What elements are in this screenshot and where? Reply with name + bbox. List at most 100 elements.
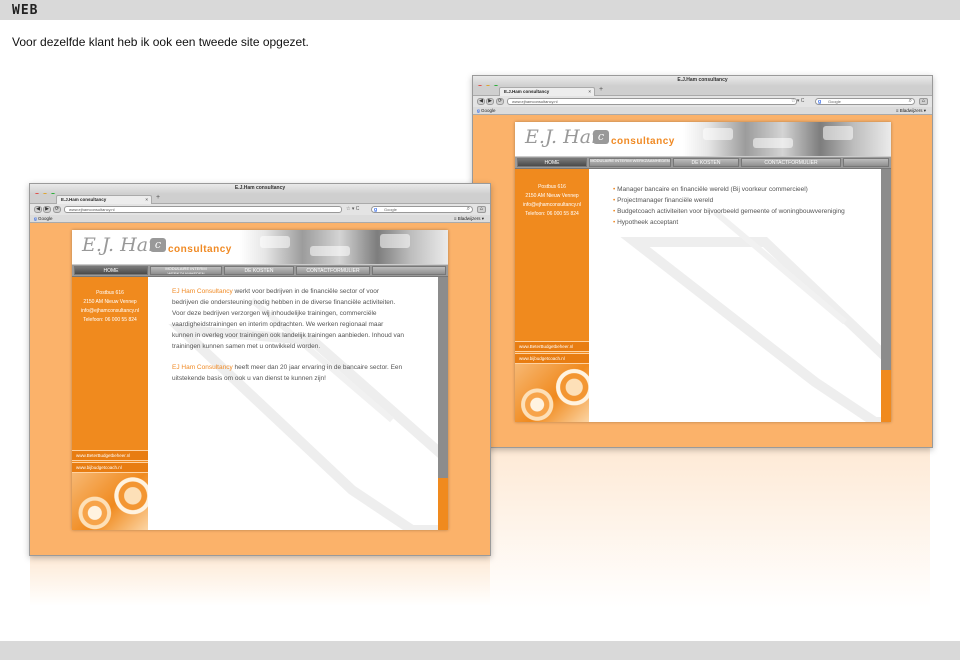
google-icon: g <box>818 99 822 105</box>
list-item: Budgetcoach activiteiten voor bijvoorbee… <box>613 206 873 217</box>
sidebar-link-budgetbeheer[interactable]: www.BeterBudgetbeheer.nl <box>515 341 589 352</box>
scrollbar-thumb[interactable] <box>881 370 891 422</box>
back-icon[interactable]: ◀ <box>34 206 42 213</box>
scrollbar[interactable] <box>881 169 891 422</box>
google-icon: g <box>374 207 378 213</box>
search-placeholder: Google <box>828 99 841 104</box>
left-window-reflection <box>30 556 490 606</box>
bookmarks-menu[interactable]: ≡ Bladwijzers ▾ <box>454 216 484 222</box>
bookmark-star-icon[interactable]: ☆ ▾ C <box>791 98 804 104</box>
site-header: E.J. Ham c consultancy <box>515 122 891 157</box>
search-icon[interactable]: ⌕ <box>909 98 912 104</box>
nav-bar: ◀ ▶ ⟳ www.ejhamconsultancy.nl ☆ ▾ C g Goo… <box>473 96 932 107</box>
address-line: 2150 AM Nieuw Vennep <box>83 299 137 305</box>
puzzle-hands-image <box>240 230 448 264</box>
list-item: Projectmanager financiële wereld <box>613 195 873 206</box>
logo-badge: c <box>150 238 166 252</box>
address-block: Postbus 616 2150 AM Nieuw Vennep info@ej… <box>72 289 148 325</box>
reload-icon[interactable]: ⟳ <box>53 206 61 213</box>
back-icon[interactable]: ◀ <box>477 98 485 105</box>
main-menu: HOME MODULAIRE INTERIM WERKZAAMHEDEN DE … <box>72 265 448 277</box>
list-item: Hypotheek acceptant <box>613 217 873 228</box>
menu-kosten[interactable]: DE KOSTEN <box>673 158 739 167</box>
new-tab-icon[interactable]: + <box>156 194 160 201</box>
experience-paragraph: EJ Ham Consultancy heeft meer dan 20 jaa… <box>172 362 404 384</box>
scrollbar[interactable] <box>438 277 448 530</box>
search-field[interactable]: g Google ⌕ <box>371 206 473 213</box>
search-placeholder: Google <box>384 207 397 212</box>
main-content: EJ Ham Consultancy werkt voor bedrijven … <box>172 286 404 390</box>
website: E.J. Ham c consultancy HOME MODULAIRE IN… <box>72 230 448 530</box>
service-list: Manager bancaire en financiële wereld (B… <box>613 184 873 228</box>
address-line: Postbus 616 <box>96 290 124 296</box>
browser-window-left: E.J.Ham consultancy E.J.Ham consultancy ×… <box>29 183 491 556</box>
bookmark-google[interactable]: g Google <box>477 108 496 113</box>
main-menu: HOME MODULAIRE INTERIM WERKZAAMHEDEN DE … <box>515 157 891 169</box>
header-bar: WEB <box>0 0 960 20</box>
nav-bar: ◀ ▶ ⟳ www.ejhamconsultancy.nl ☆ ▾ C g Goo… <box>30 204 490 215</box>
window-title: E.J.Ham consultancy <box>234 185 286 191</box>
logo-consultancy: consultancy <box>168 244 232 255</box>
site-header: E.J. Ham c consultancy <box>72 230 448 265</box>
menu-interim[interactable]: MODULAIRE INTERIM WERKZAAMHEDEN <box>150 266 222 275</box>
logo-consultancy: consultancy <box>611 136 675 147</box>
address-line: Telefoon: 06 000 55 824 <box>83 317 137 323</box>
address-block: Postbus 616 2150 AM Nieuw Vennep info@ej… <box>515 183 589 219</box>
address-line: 2150 AM Nieuw Vennep <box>525 193 579 199</box>
home-icon[interactable]: ⌂ <box>919 98 928 105</box>
title-bar: E.J.Ham consultancy <box>30 184 490 199</box>
tab-close-icon[interactable]: × <box>145 197 148 202</box>
search-field[interactable]: g Google ⌕ <box>815 98 915 105</box>
bookmark-google[interactable]: g Google <box>34 216 53 221</box>
bookmark-star-icon[interactable]: ☆ ▾ C <box>346 206 359 212</box>
slide: WEB Voor dezelfde klant heb ik ook een t… <box>0 0 960 660</box>
search-icon[interactable]: ⌕ <box>467 206 470 212</box>
address-bar[interactable]: www.ejhamconsultancy.nl <box>507 98 797 105</box>
forward-icon[interactable]: ▶ <box>486 98 494 105</box>
menu-spacer <box>372 266 446 275</box>
address-line: Postbus 616 <box>538 184 566 190</box>
browser-tab[interactable]: E.J.Ham consultancy × <box>499 87 595 96</box>
browser-tab[interactable]: E.J.Ham consultancy × <box>56 195 152 204</box>
address-line: Telefoon: 06 000 55 824 <box>525 211 579 217</box>
window-title: E.J.Ham consultancy <box>677 77 728 83</box>
sidebar-link-budgetcoach[interactable]: www.bijbudgetcoach.nl <box>72 462 148 473</box>
website: E.J. Ham c consultancy HOME MODULAIRE IN… <box>515 122 891 422</box>
sidebar: Postbus 616 2150 AM Nieuw Vennep info@ej… <box>72 277 148 530</box>
bookmarks-menu[interactable]: ≡ Bladwijzers ▾ <box>896 108 926 114</box>
forward-icon[interactable]: ▶ <box>43 206 51 213</box>
menu-home[interactable]: HOME <box>517 158 587 167</box>
tab-close-icon[interactable]: × <box>588 89 591 94</box>
new-tab-icon[interactable]: + <box>599 86 603 93</box>
home-icon[interactable]: ⌂ <box>477 206 486 213</box>
menu-contact[interactable]: CONTACTFORMULIER <box>741 158 841 167</box>
menu-kosten[interactable]: DE KOSTEN <box>224 266 294 275</box>
address-bar[interactable]: www.ejhamconsultancy.nl <box>64 206 342 213</box>
title-bar: E.J.Ham consultancy <box>473 76 932 91</box>
menu-contact[interactable]: CONTACTFORMULIER <box>296 266 370 275</box>
menu-interim[interactable]: MODULAIRE INTERIM WERKZAAMHEDEN <box>589 158 671 167</box>
intro-paragraph: EJ Ham Consultancy werkt voor bedrijven … <box>172 286 404 352</box>
tab-label: E.J.Ham consultancy <box>504 89 550 94</box>
sidebar-link-budgetbeheer[interactable]: www.BeterBudgetbeheer.nl <box>72 450 148 461</box>
page-viewport: E.J. Ham c consultancy HOME MODULAIRE IN… <box>30 223 490 555</box>
tab-bar: E.J.Ham consultancy × + <box>30 194 490 204</box>
page-viewport: E.J. Ham c consultancy HOME MODULAIRE IN… <box>473 115 932 447</box>
tab-label: E.J.Ham consultancy <box>61 197 107 202</box>
reload-icon[interactable]: ⟳ <box>496 98 504 105</box>
menu-spacer <box>843 158 889 167</box>
bookmarks-bar: g Google ≡ Bladwijzers ▾ <box>30 215 490 223</box>
gears-image <box>72 473 148 530</box>
sidebar-link-budgetcoach[interactable]: www.bijbudgetcoach.nl <box>515 353 589 364</box>
tab-bar: E.J.Ham consultancy × + <box>473 86 932 96</box>
sidebar: Postbus 616 2150 AM Nieuw Vennep info@ej… <box>515 169 589 422</box>
company-name-highlight: EJ Ham Consultancy <box>172 364 233 371</box>
browser-window-right: E.J.Ham consultancy E.J.Ham consultancy ×… <box>472 75 933 448</box>
menu-home[interactable]: HOME <box>74 266 148 275</box>
bookmarks-bar: g Google ≡ Bladwijzers ▾ <box>473 107 932 115</box>
address-line: info@ejhamconsultancy.nl <box>80 308 140 314</box>
right-window-reflection <box>490 448 930 608</box>
address-line: info@ejhamconsultancy.nl <box>522 202 582 208</box>
scrollbar-thumb[interactable] <box>438 478 448 530</box>
footer-bar <box>0 641 960 660</box>
